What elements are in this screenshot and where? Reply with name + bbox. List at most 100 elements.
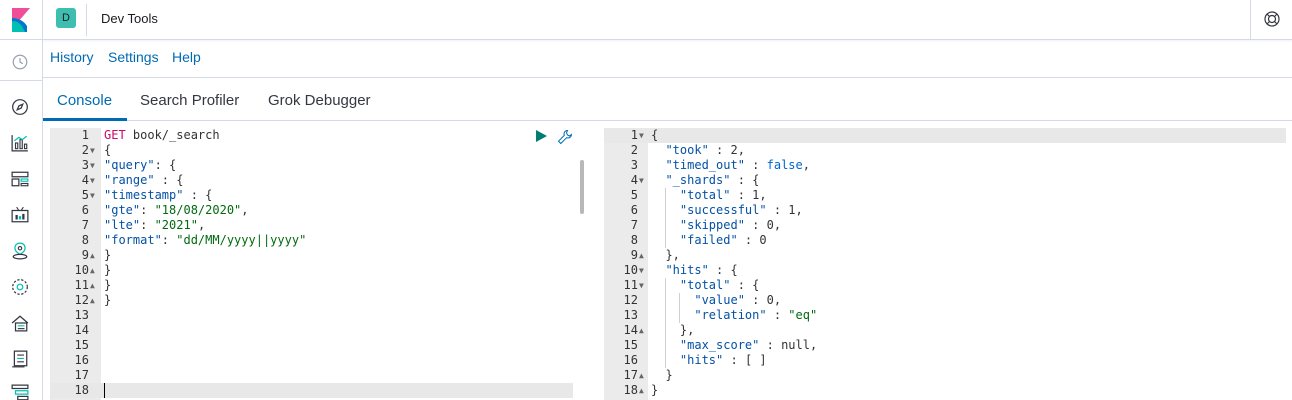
code-line: 9 ▲} bbox=[43, 248, 590, 263]
kibana-logo[interactable] bbox=[0, 0, 43, 40]
fold-open-icon[interactable]: ▼ bbox=[639, 278, 644, 293]
code-line: 18 ▲} bbox=[604, 383, 1292, 398]
tab-console[interactable]: Console bbox=[57, 92, 112, 109]
code-token: "relation" bbox=[694, 308, 767, 322]
dashboard-icon[interactable] bbox=[11, 170, 29, 188]
code-text: } bbox=[651, 368, 673, 383]
line-number: 16 bbox=[623, 353, 638, 367]
help-link[interactable]: Help bbox=[172, 49, 201, 65]
ml-icon[interactable] bbox=[11, 278, 29, 296]
line-number: 8 bbox=[630, 233, 638, 247]
fold-close-icon[interactable]: ▲ bbox=[639, 323, 644, 338]
code-line: 9 ▲ }, bbox=[604, 248, 1292, 263]
fold-open-icon[interactable]: ▼ bbox=[90, 173, 95, 188]
code-line: 10 ▲} bbox=[43, 263, 590, 278]
code-line: 4 ▼ "range" : { bbox=[43, 173, 590, 188]
code-token: "successful" bbox=[679, 203, 767, 217]
line-number: 8 bbox=[81, 233, 89, 247]
fold-close-icon[interactable]: ▲ bbox=[90, 293, 95, 308]
maps-icon[interactable] bbox=[11, 242, 29, 260]
kibana-logo-icon bbox=[12, 8, 30, 32]
line-number: 1 bbox=[630, 128, 638, 142]
code-token: } bbox=[665, 368, 673, 382]
code-token: } bbox=[104, 263, 112, 277]
fold-open-icon[interactable]: ▼ bbox=[90, 158, 95, 173]
wrench-icon[interactable] bbox=[557, 129, 573, 145]
fold-close-icon[interactable]: ▲ bbox=[639, 383, 644, 398]
code-token: { bbox=[651, 128, 659, 142]
code-token: : [ ] bbox=[723, 353, 767, 367]
line-number: 2 bbox=[630, 143, 638, 157]
clock-icon[interactable] bbox=[11, 53, 29, 71]
fold-open-icon[interactable]: ▼ bbox=[639, 263, 644, 278]
line-number: 16 bbox=[74, 353, 89, 367]
fold-open-icon[interactable]: ▼ bbox=[90, 143, 95, 158]
line-number: 17 bbox=[623, 368, 638, 382]
fold-close-icon[interactable]: ▲ bbox=[639, 248, 644, 263]
response-editor[interactable]: 1 ▼{2 "took" : 2, 3 "timed_out" : false, 4 ▼… bbox=[604, 121, 1292, 400]
code-token: "2021" bbox=[154, 218, 198, 232]
devtools-top-menu: History Settings Help bbox=[43, 40, 1292, 78]
code-token: 0 bbox=[766, 293, 774, 307]
code-text: "gte": "18/08/2020", bbox=[104, 203, 249, 218]
code-token: } bbox=[104, 278, 112, 292]
code-token: : bbox=[744, 218, 767, 232]
code-token: : bbox=[161, 233, 177, 247]
devtools-tabs: Console Search Profiler Grok Debugger bbox=[43, 78, 1292, 121]
line-number: 2 bbox=[81, 143, 89, 157]
code-token: "timestamp" bbox=[104, 188, 184, 202]
code-text: "query": { bbox=[104, 158, 176, 173]
code-token: "gte" bbox=[104, 203, 141, 217]
chart-icon[interactable] bbox=[11, 134, 29, 152]
code-token: null bbox=[781, 338, 810, 352]
space-avatar[interactable]: D bbox=[56, 8, 76, 28]
code-text: "relation" : "eq" bbox=[651, 308, 817, 323]
help-menu-button[interactable] bbox=[1250, 0, 1292, 40]
logs-icon[interactable] bbox=[11, 350, 29, 368]
line-number: 6 bbox=[630, 203, 638, 217]
compass-icon[interactable] bbox=[11, 98, 29, 116]
fold-close-icon[interactable]: ▲ bbox=[90, 248, 95, 263]
code-text: { bbox=[651, 128, 658, 143]
editor-scrollbar[interactable] bbox=[580, 160, 584, 214]
line-number: 6 bbox=[81, 203, 89, 217]
code-token: "lte" bbox=[104, 218, 141, 232]
apm-icon[interactable] bbox=[11, 384, 29, 400]
code-text: } bbox=[104, 263, 111, 278]
run-request-icon[interactable] bbox=[534, 129, 548, 143]
history-link[interactable]: History bbox=[50, 49, 94, 65]
tab-search-profiler[interactable]: Search Profiler bbox=[140, 92, 239, 109]
code-line: 16 "hits" : [ ] bbox=[604, 353, 1292, 368]
line-number: 7 bbox=[630, 218, 638, 232]
line-number: 5 bbox=[630, 188, 638, 202]
infra-icon[interactable] bbox=[11, 314, 29, 332]
fold-close-icon[interactable]: ▲ bbox=[639, 368, 644, 383]
code-token: "format" bbox=[104, 233, 162, 247]
line-number: 5 bbox=[81, 188, 89, 202]
fold-close-icon[interactable]: ▲ bbox=[90, 278, 95, 293]
code-token: : bbox=[766, 308, 789, 322]
fold-close-icon[interactable]: ▲ bbox=[90, 263, 95, 278]
settings-link[interactable]: Settings bbox=[108, 49, 159, 65]
line-number: 1 bbox=[81, 128, 89, 142]
tab-grok-debugger[interactable]: Grok Debugger bbox=[268, 92, 371, 109]
code-text: { bbox=[104, 143, 111, 158]
fold-open-icon[interactable]: ▼ bbox=[639, 128, 644, 143]
code-token: } bbox=[104, 293, 112, 307]
code-token: "query" bbox=[104, 158, 155, 172]
code-token: , bbox=[197, 218, 206, 232]
request-editor[interactable]: 1 GET book/_search 2 ▼{3 ▼ "query": {4 ▼ "range… bbox=[43, 121, 590, 400]
code-token: }, bbox=[679, 323, 695, 337]
fold-open-icon[interactable]: ▼ bbox=[639, 173, 644, 188]
canvas-icon[interactable] bbox=[11, 206, 29, 224]
fold-open-icon[interactable]: ▼ bbox=[90, 188, 95, 203]
